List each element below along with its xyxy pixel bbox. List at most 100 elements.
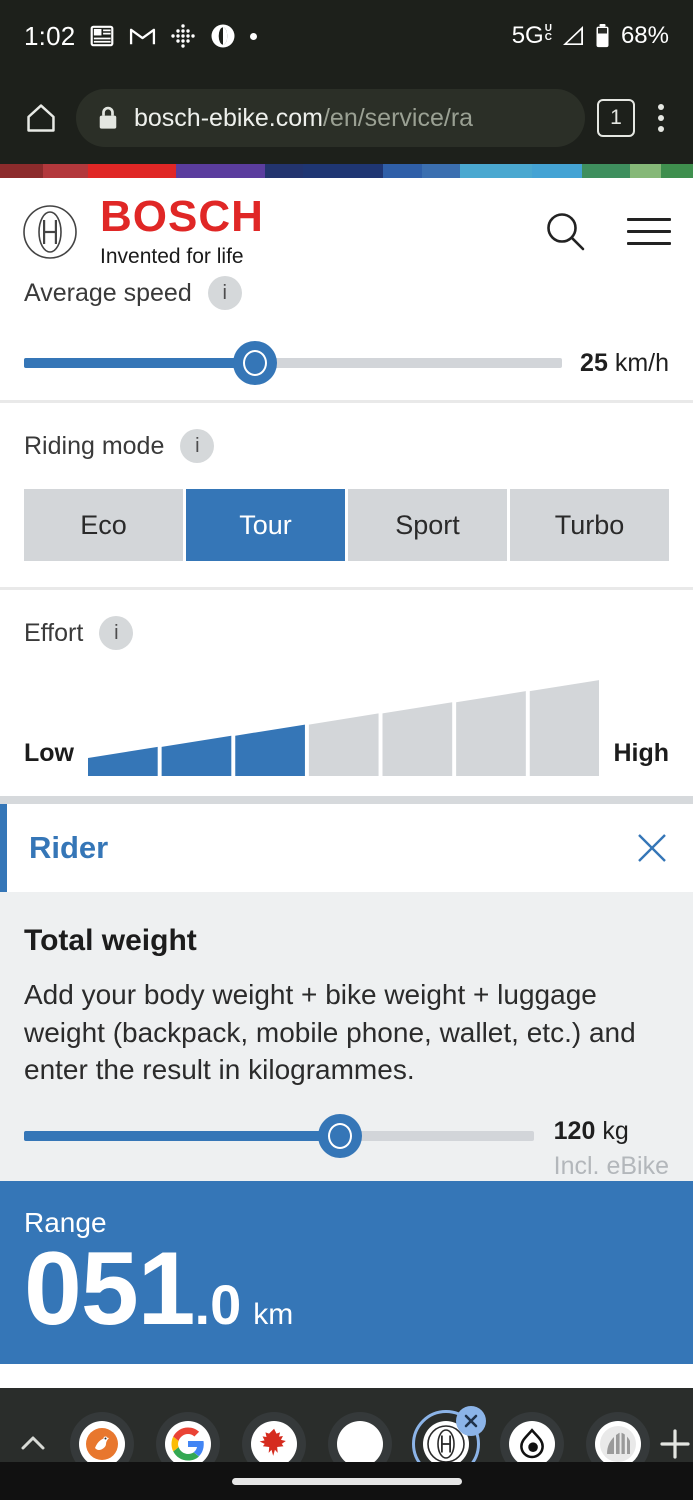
hamburger-menu-icon[interactable] [627,218,671,245]
tab-count-button[interactable]: 1 [597,99,635,137]
stripe-segment-3 [176,164,266,178]
slider-knob[interactable] [317,1113,362,1158]
stripe-segment-5 [302,164,383,178]
home-icon[interactable] [18,101,64,135]
effort-segment-5[interactable] [382,702,453,776]
effort-segment-6[interactable] [456,691,526,776]
favicon-image [79,1421,125,1467]
status-bar-left: 1:02 [24,20,258,52]
average-speed-label-row: Average speed i [24,276,669,310]
stripe-segment-6 [382,164,423,178]
average-speed-label: Average speed [24,278,192,307]
stripe-segment-1 [42,164,88,178]
total-weight-heading: Total weight [24,924,197,957]
stripe-segment-12 [661,164,693,178]
rider-accordion-header[interactable]: Rider [0,804,693,892]
favicon-image [509,1421,555,1467]
range-calculator: Average speed i 25 km/h Riding mode i Ec… [0,276,693,1364]
effort-segment-1[interactable] [88,746,158,776]
dot-icon [250,32,258,40]
section-divider [0,796,693,804]
total-weight-note: Incl. eBike [553,1151,669,1180]
rider-title: Rider [29,830,109,865]
browser-toolbar: bosch-ebike.com/en/service/ra 1 [0,72,693,164]
calendar-icon [89,23,115,49]
stripe-segment-0 [0,164,43,178]
brand-color-stripe [0,164,693,178]
favicon-image [337,1421,383,1467]
home-gesture-pill[interactable] [231,1477,462,1485]
total-weight-description: Add your body weight + bike weight + lug… [24,979,636,1086]
effort-low-label: Low [24,739,74,767]
riding-mode-label: Riding mode [24,431,165,460]
status-clock: 1:02 [24,20,76,51]
effort-segment-2[interactable] [161,735,232,776]
brand-name: BOSCH [100,191,264,241]
stripe-segment-9 [531,164,582,178]
average-speed-section: Average speed i 25 km/h [0,276,693,400]
stripe-segment-4 [265,164,303,178]
signal-strength-icon [560,24,586,48]
riding-mode-option-sport[interactable]: Sport [348,489,507,561]
stripe-segment-2 [87,164,177,178]
effort-segment-3[interactable] [235,724,305,776]
total-weight-value: 120 kg [554,1117,669,1146]
rider-accordion-body: Total weight Add your body weight + bike… [0,892,693,1181]
url-bar[interactable]: bosch-ebike.com/en/service/ra [76,89,585,147]
url-text: bosch-ebike.com/en/service/ra [134,103,474,132]
info-icon[interactable]: i [207,276,242,310]
favicon-image [595,1421,641,1467]
info-icon[interactable]: i [180,429,215,463]
kebab-menu-icon[interactable] [647,104,675,132]
stripe-segment-10 [581,164,631,178]
slider-knob[interactable] [233,341,278,385]
search-icon[interactable] [543,209,589,255]
effort-high-label: High [613,739,669,767]
range-decimal: .0 [194,1272,242,1336]
average-speed-slider-row: 25 km/h [24,341,669,385]
plus-icon[interactable] [656,1425,693,1463]
status-bar-right: 5G U C 68% [512,22,669,50]
effort-segment-7[interactable] [529,680,600,776]
battery-icon [594,23,611,49]
total-weight-unit: kg [602,1116,629,1145]
info-icon[interactable]: i [99,616,134,650]
effort-segment-4[interactable] [308,713,379,776]
average-speed-value: 25 km/h [580,349,669,378]
opera-icon [210,23,236,49]
riding-mode-segmented-control: Eco Tour Sport Turbo [24,489,669,561]
android-status-bar: 1:02 5G U C 68% [0,0,693,72]
stripe-segment-11 [630,164,662,178]
bosch-logo-icon [22,204,78,260]
riding-mode-option-tour[interactable]: Tour [186,489,345,561]
average-speed-unit: km/h [614,348,669,377]
network-type-indicator: 5G U C [511,22,552,49]
brand-tagline: Invented for life [100,244,244,268]
average-speed-number: 25 [580,348,608,377]
total-weight-slider-row: 120 kg Incl. eBike [24,1113,669,1181]
riding-mode-option-turbo[interactable]: Turbo [510,489,669,561]
riding-mode-label-row: Riding mode i [24,429,669,463]
effort-chart[interactable] [88,676,600,776]
total-weight-value-block: 120 kg Incl. eBike [554,1115,669,1181]
chevron-up-icon[interactable] [16,1427,50,1461]
stripe-segment-8 [460,164,532,178]
close-tab-icon[interactable] [456,1406,486,1436]
effort-section: Effort i Low High [0,590,693,796]
lock-icon [96,105,120,131]
riding-mode-option-eco[interactable]: Eco [24,489,183,561]
riding-mode-section: Riding mode i Eco Tour Sport Turbo [0,403,693,587]
effort-chart-row: Low High [24,676,669,776]
slider-fill [24,358,256,368]
brand-block: BOSCH Invented for life [100,191,264,269]
average-speed-slider[interactable] [24,341,563,385]
close-icon[interactable] [635,831,669,865]
effort-label-row: Effort i [24,616,669,650]
slider-fill [24,1130,340,1141]
site-header: BOSCH Invented for life [0,178,693,286]
range-integer: 051 [24,1230,196,1347]
total-weight-slider[interactable] [24,1113,534,1158]
favicon-image [251,1421,297,1467]
phone-screen: 1:02 5G U C 68% bosch-ebike.com/en/servi… [0,0,693,1500]
stripe-segment-7 [422,164,461,178]
